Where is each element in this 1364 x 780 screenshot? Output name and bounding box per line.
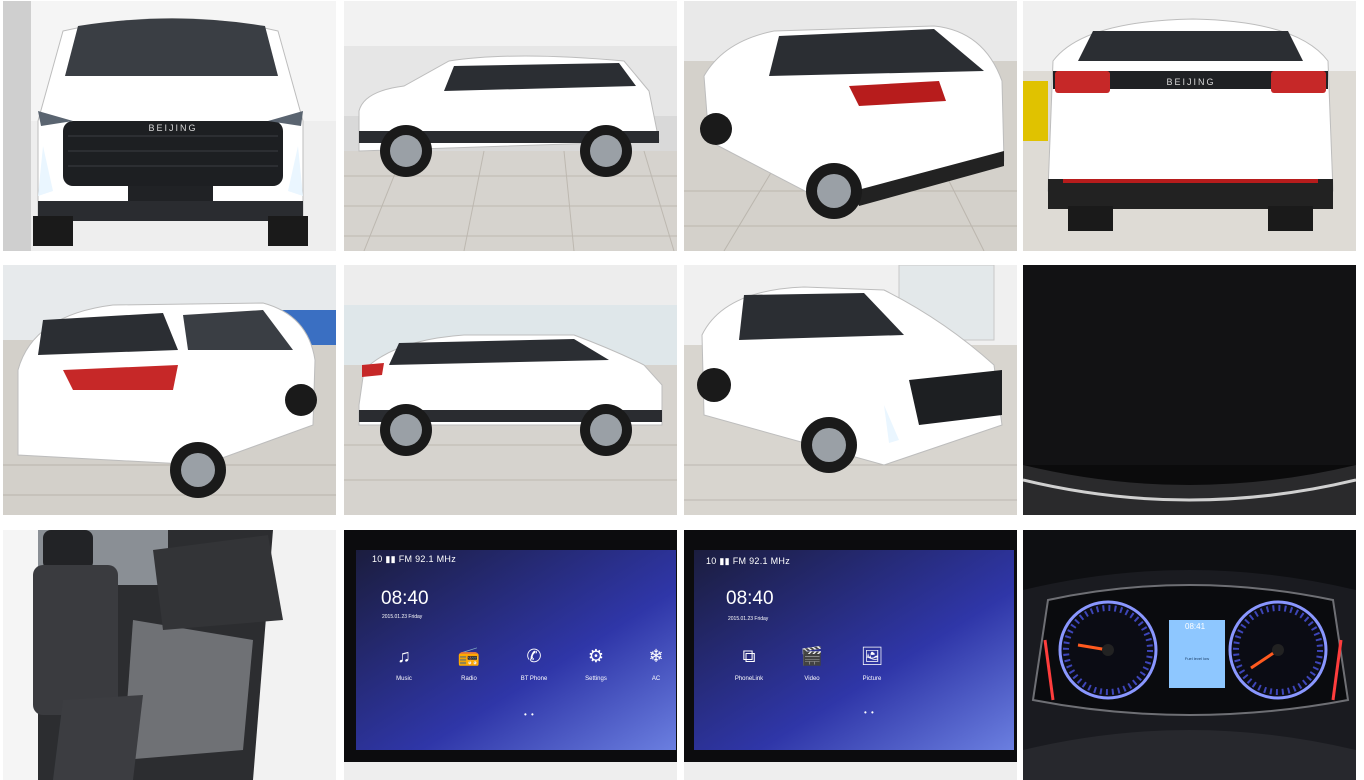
screen1-status-bar: 10 ▮▮ FM 92.1 MHz bbox=[372, 554, 457, 564]
screen2-pager-dots: • • bbox=[864, 708, 875, 717]
screen2-clock: 08:40 bbox=[726, 588, 774, 609]
photo-rear-left-three-quarter[interactable] bbox=[3, 265, 336, 515]
app-label-video: Video bbox=[804, 676, 820, 682]
app-label-radio: Radio bbox=[461, 676, 477, 682]
snowflake-ac-icon: ❄ bbox=[648, 646, 664, 666]
front-view-image: BEIJING bbox=[3, 1, 336, 251]
rear-view-image: BEIJING bbox=[1023, 1, 1356, 251]
app-label-settings: Settings bbox=[585, 676, 607, 682]
settings-gear-icon: ⚙ bbox=[587, 646, 605, 666]
photo-infotainment-home-2[interactable]: 10 ▮▮ FM 92.1 MHz 08:40 2015.01.23 Frida… bbox=[684, 530, 1017, 780]
photo-rear-seats[interactable] bbox=[3, 530, 336, 780]
phonelink-icon: ⧉ bbox=[742, 646, 756, 666]
side-left-image bbox=[344, 1, 677, 251]
phone-icon: ✆ bbox=[526, 646, 542, 666]
photo-side-view-right[interactable] bbox=[344, 265, 677, 515]
rear-three-quarter-image bbox=[684, 1, 1017, 251]
app-label-phonelink: PhoneLink bbox=[734, 676, 764, 682]
screen1-pager-dots: • • bbox=[524, 710, 535, 719]
photo-front-right-three-quarter[interactable] bbox=[684, 265, 1017, 515]
picture-icon: 🖼 bbox=[860, 646, 884, 666]
photo-instrument-cluster[interactable]: 08:41 Fuel level low bbox=[1023, 530, 1356, 780]
screen1-clock: 08:40 bbox=[381, 588, 429, 609]
radio-icon: 📻 bbox=[457, 646, 481, 666]
music-icon: ♫ bbox=[397, 646, 411, 666]
photo-rear-three-quarter[interactable] bbox=[684, 1, 1017, 251]
screen1-date: 2015.01.23 Friday bbox=[382, 614, 423, 620]
side-right-image bbox=[344, 265, 677, 515]
front-brand-badge: BEIJING bbox=[148, 123, 197, 133]
cluster-clock: 08:41 bbox=[1185, 622, 1206, 631]
app-label-ac: AC bbox=[651, 676, 661, 682]
photo-front-view[interactable]: BEIJING bbox=[3, 1, 336, 251]
app-label-bt-phone: BT Phone bbox=[520, 676, 548, 682]
cluster-background bbox=[1023, 530, 1356, 780]
rear-seats-image bbox=[3, 530, 336, 780]
cluster-fuel-warning: Fuel level low bbox=[1184, 656, 1210, 661]
photo-rear-view[interactable]: BEIJING bbox=[1023, 1, 1356, 251]
trunk-image bbox=[1023, 265, 1356, 515]
photo-trunk-interior[interactable] bbox=[1023, 265, 1356, 515]
front-right-image bbox=[684, 265, 1017, 515]
photo-gallery: BEIJING BEIJING 10 ▮▮ FM 92.1 MHz 08:40 … bbox=[0, 0, 1364, 780]
app-label-picture: Picture bbox=[862, 676, 882, 682]
photo-infotainment-home-1[interactable]: 10 ▮▮ FM 92.1 MHz 08:40 2015.01.23 Frida… bbox=[344, 530, 677, 780]
screen2-status-bar: 10 ▮▮ FM 92.1 MHz bbox=[706, 556, 791, 566]
photo-side-view-left[interactable] bbox=[344, 1, 677, 251]
rear-left-image bbox=[3, 265, 336, 515]
app-label-music: Music bbox=[396, 676, 412, 682]
video-icon: 🎬 bbox=[800, 646, 824, 666]
screen2-date: 2015.01.23 Friday bbox=[728, 616, 769, 622]
rear-brand-badge: BEIJING bbox=[1166, 77, 1215, 87]
